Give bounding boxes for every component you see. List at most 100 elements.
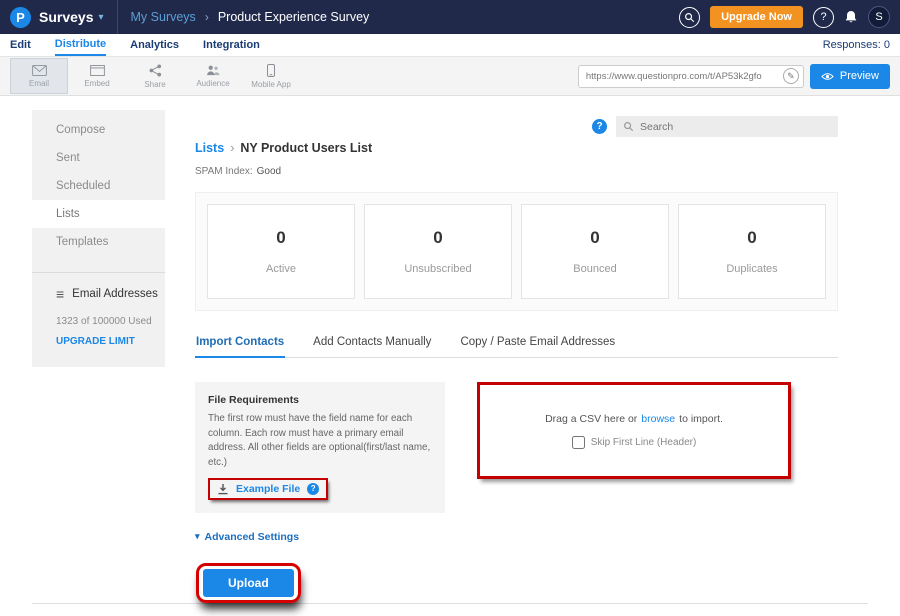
file-requirements-text: The first row must have the field name f… xyxy=(208,412,432,471)
my-surveys-link[interactable]: My Surveys xyxy=(131,10,196,24)
edit-url-pencil-icon[interactable]: ✎ xyxy=(783,68,799,84)
search-icon[interactable] xyxy=(679,7,700,28)
channel-audience[interactable]: Audience xyxy=(184,58,242,94)
breadcrumb-separator: › xyxy=(205,10,209,24)
tab-distribute[interactable]: Distribute xyxy=(55,34,106,56)
tab-edit[interactable]: Edit xyxy=(10,34,31,56)
product-switcher[interactable]: Surveys xyxy=(39,9,93,25)
stat-label: Duplicates xyxy=(726,263,777,275)
email-sidebar: Compose Sent Scheduled Lists Templates ≡… xyxy=(32,110,165,367)
download-icon xyxy=(217,483,229,495)
list-search-box xyxy=(616,116,838,137)
sidebar-item-scheduled[interactable]: Scheduled xyxy=(32,172,165,200)
audience-icon xyxy=(206,65,220,76)
breadcrumb-lists-link[interactable]: Lists xyxy=(195,141,224,155)
caret-down-icon: ▾ xyxy=(195,531,200,542)
browse-link[interactable]: browse xyxy=(641,413,675,425)
sidebar-item-sent[interactable]: Sent xyxy=(32,144,165,172)
survey-nav: Edit Distribute Analytics Integration Re… xyxy=(0,34,900,56)
magnifier-glyph xyxy=(684,12,695,23)
toolbar-right: ✎ Preview xyxy=(578,64,890,89)
search-input[interactable] xyxy=(640,121,831,133)
app-logo[interactable]: P xyxy=(10,7,31,28)
preview-label: Preview xyxy=(840,70,879,82)
help-icon[interactable]: ? xyxy=(813,7,834,28)
page-title: Product Experience Survey xyxy=(218,10,369,24)
channel-mobile-app[interactable]: Mobile App xyxy=(242,58,300,94)
channel-label: Email xyxy=(29,79,49,88)
channel-share[interactable]: Share xyxy=(126,58,184,94)
notifications-bell-icon[interactable] xyxy=(844,10,858,24)
sidebar-item-lists[interactable]: Lists xyxy=(32,200,165,228)
example-file-highlight: Example File ? xyxy=(208,478,328,500)
email-addresses-header: ≡ Email Addresses xyxy=(32,273,165,302)
share-icon xyxy=(149,64,162,77)
dropzone-text: Drag a CSV here or browse to import. xyxy=(545,413,723,425)
list-icon: ≡ xyxy=(56,286,64,302)
main-top-row: ? xyxy=(195,116,838,137)
skip-first-line-label: Skip First Line (Header) xyxy=(591,437,697,448)
survey-url-box: ✎ xyxy=(578,65,804,88)
drop-text-prefix: Drag a CSV here or xyxy=(545,413,637,425)
stat-label: Bounced xyxy=(573,263,616,275)
tab-integration[interactable]: Integration xyxy=(203,34,260,56)
file-requirements-title: File Requirements xyxy=(208,394,432,406)
preview-button[interactable]: Preview xyxy=(810,64,890,89)
stat-value: 0 xyxy=(433,228,442,248)
sidebar-item-compose[interactable]: Compose xyxy=(32,116,165,144)
stat-value: 0 xyxy=(276,228,285,248)
contacts-tabs: Import Contacts Add Contacts Manually Co… xyxy=(195,329,838,358)
upload-button[interactable]: Upload xyxy=(203,569,294,597)
upgrade-now-button[interactable]: Upgrade Now xyxy=(710,6,803,28)
advanced-settings-toggle[interactable]: ▾ Advanced Settings xyxy=(195,531,838,543)
email-icon xyxy=(32,65,47,76)
caret-down-icon: ▾ xyxy=(98,12,103,23)
stat-label: Active xyxy=(266,263,296,275)
channel-label: Audience xyxy=(196,79,229,88)
spam-index: SPAM Index: Good xyxy=(195,166,838,177)
stat-card-bounced: 0 Bounced xyxy=(521,204,669,299)
tab-import-contacts[interactable]: Import Contacts xyxy=(195,329,285,358)
channel-label: Share xyxy=(144,80,165,89)
skip-first-line-row: Skip First Line (Header) xyxy=(572,436,697,449)
survey-url-input[interactable] xyxy=(586,71,783,82)
upload-highlight: Upload xyxy=(196,563,301,603)
sidebar-item-templates[interactable]: Templates xyxy=(32,228,165,256)
topbar-divider xyxy=(117,0,118,34)
channel-label: Mobile App xyxy=(251,80,291,89)
tab-copy-paste-email-addresses[interactable]: Copy / Paste Email Addresses xyxy=(459,329,616,357)
drop-text-suffix: to import. xyxy=(679,413,723,425)
example-file-help-icon[interactable]: ? xyxy=(307,483,319,495)
advanced-settings-label: Advanced Settings xyxy=(205,531,300,543)
help-icon-main[interactable]: ? xyxy=(592,119,607,134)
channel-label: Embed xyxy=(84,79,109,88)
responses-count: Responses: 0 xyxy=(823,34,890,56)
mobile-app-icon xyxy=(267,64,275,77)
content: Compose Sent Scheduled Lists Templates ≡… xyxy=(32,110,868,604)
tab-analytics[interactable]: Analytics xyxy=(130,34,179,56)
eye-icon xyxy=(821,72,834,81)
stat-label: Unsubscribed xyxy=(404,263,471,275)
import-contacts-section: File Requirements The first row must hav… xyxy=(195,382,838,513)
user-avatar[interactable]: S xyxy=(868,6,890,28)
embed-icon xyxy=(90,65,105,76)
skip-first-line-checkbox[interactable] xyxy=(572,436,585,449)
spam-index-label: SPAM Index: xyxy=(195,166,253,177)
csv-dropzone[interactable]: Drag a CSV here or browse to import. Ski… xyxy=(477,382,791,479)
channel-embed[interactable]: Embed xyxy=(68,58,126,94)
distribute-toolbar: Email Embed Share Audience Mo xyxy=(0,56,900,96)
stat-card-active: 0 Active xyxy=(207,204,355,299)
file-requirements-box: File Requirements The first row must hav… xyxy=(195,382,445,513)
email-addresses-label: Email Addresses xyxy=(72,288,158,300)
stat-value: 0 xyxy=(747,228,756,248)
stat-card-unsubscribed: 0 Unsubscribed xyxy=(364,204,512,299)
breadcrumb-current-list: NY Product Users List xyxy=(240,141,372,155)
breadcrumb: Lists › NY Product Users List xyxy=(195,141,838,155)
stat-card-duplicates: 0 Duplicates xyxy=(678,204,826,299)
channel-email[interactable]: Email xyxy=(10,58,68,94)
lists-main-panel: ? Lists › NY Product Users List SPAM Ind… xyxy=(165,110,868,603)
magnifier-icon xyxy=(623,121,634,132)
tab-add-contacts-manually[interactable]: Add Contacts Manually xyxy=(312,329,432,357)
example-file-link[interactable]: Example File xyxy=(236,483,300,495)
upgrade-limit-link[interactable]: UPGRADE LIMIT xyxy=(32,327,165,347)
